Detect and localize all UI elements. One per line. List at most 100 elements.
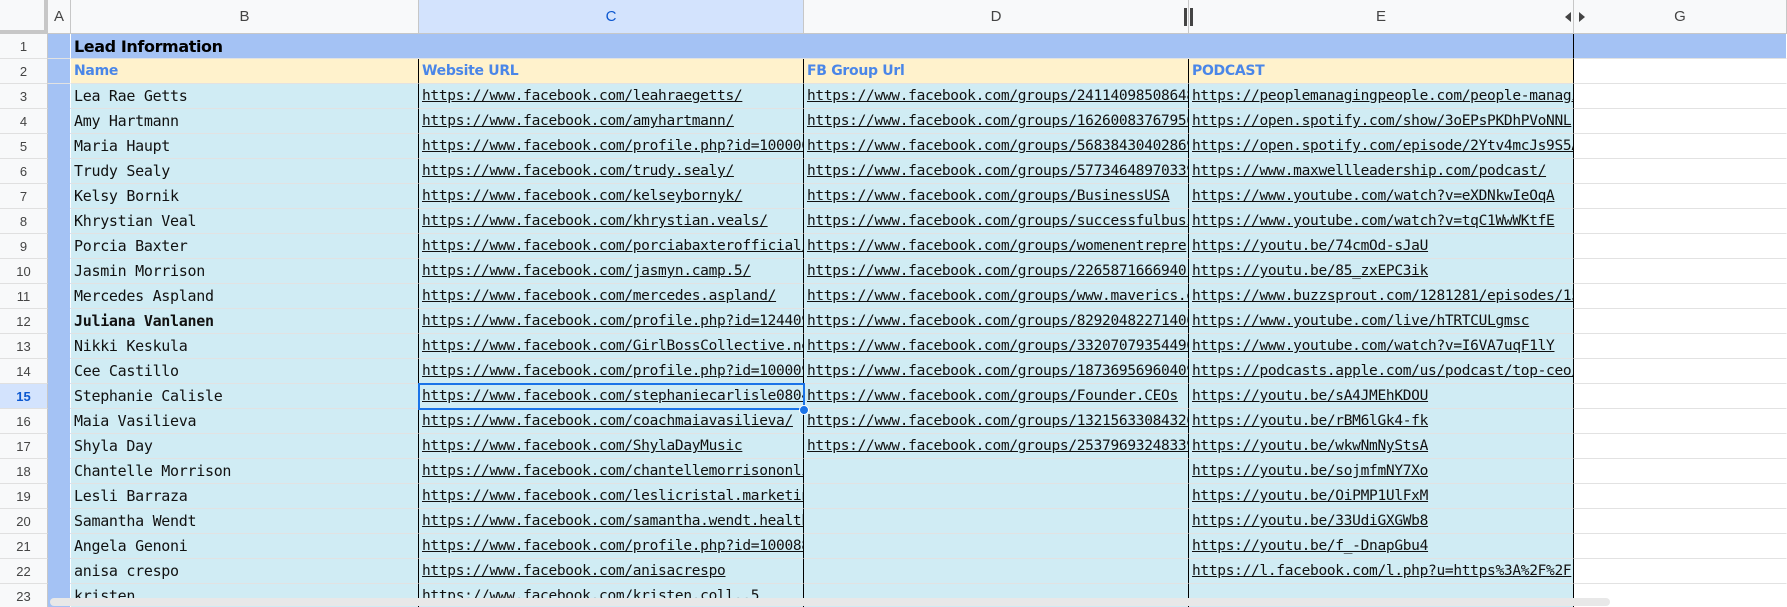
row-header-1[interactable]: 1 [0, 34, 48, 59]
cell-g19[interactable] [1574, 484, 1787, 509]
website-url-link[interactable]: https://www.facebook.com/profile.php?id=… [419, 134, 804, 159]
fb-group-link[interactable] [804, 484, 1189, 509]
cell-g5[interactable] [1574, 134, 1787, 159]
row-header-18[interactable]: 18 [0, 459, 48, 484]
column-header-b[interactable]: B [71, 0, 419, 34]
podcast-link[interactable]: https://youtu.be/OiPMP1UlFxM [1189, 484, 1574, 509]
row-header-17[interactable]: 17 [0, 434, 48, 459]
website-url-link[interactable]: https://www.facebook.com/GirlBossCollect… [419, 334, 804, 359]
website-url-link[interactable]: https://www.facebook.com/profile.php?id=… [419, 309, 804, 334]
row-header-9[interactable]: 9 [0, 234, 48, 259]
cell-a5[interactable] [48, 134, 71, 159]
cell-a11[interactable] [48, 284, 71, 309]
row-header-5[interactable]: 5 [0, 134, 48, 159]
cell-a13[interactable] [48, 334, 71, 359]
fb-group-link[interactable] [804, 459, 1189, 484]
cell-g12[interactable] [1574, 309, 1787, 334]
header-fb-group[interactable]: FB Group Url [804, 59, 1189, 84]
website-url-link[interactable]: https://www.facebook.com/amyhartmann/ [419, 109, 804, 134]
cell-a20[interactable] [48, 509, 71, 534]
fb-group-link[interactable] [804, 509, 1189, 534]
cell-a8[interactable] [48, 209, 71, 234]
row-header-7[interactable]: 7 [0, 184, 48, 209]
cell-a4[interactable] [48, 109, 71, 134]
podcast-link[interactable]: https://youtu.be/f_-DnapGbu4 [1189, 534, 1574, 559]
cell-g15[interactable] [1574, 384, 1787, 409]
cell-g11[interactable] [1574, 284, 1787, 309]
fb-group-link[interactable]: https://www.facebook.com/groups/56838430… [804, 134, 1189, 159]
fb-group-link[interactable]: https://www.facebook.com/groups/33207079… [804, 334, 1189, 359]
website-url-link[interactable]: https://www.facebook.com/samantha.wendt.… [419, 509, 804, 534]
website-url-link[interactable]: https://www.facebook.com/stephaniecarlis… [419, 384, 804, 409]
podcast-link[interactable]: https://www.youtube.com/watch?v=eXDNkwIe… [1189, 184, 1574, 209]
column-resize-handle-2[interactable] [1190, 8, 1193, 26]
fb-group-link[interactable]: https://www.facebook.com/groups/13215633… [804, 409, 1189, 434]
podcast-link[interactable]: https://youtu.be/85_zxEPC3ik [1189, 259, 1574, 284]
cell-a18[interactable] [48, 459, 71, 484]
row-header-23[interactable]: 23 [0, 584, 48, 607]
fb-group-link[interactable]: https://www.facebook.com/groups/womenent… [804, 234, 1189, 259]
website-url-link[interactable]: https://www.facebook.com/trudy.sealy/ [419, 159, 804, 184]
fb-group-link[interactable]: https://www.facebook.com/groups/57734648… [804, 159, 1189, 184]
cell-g7[interactable] [1574, 184, 1787, 209]
row-header-16[interactable]: 16 [0, 409, 48, 434]
fb-group-link[interactable]: https://www.facebook.com/groups/18736956… [804, 359, 1189, 384]
column-header-e[interactable]: E [1189, 0, 1574, 34]
podcast-link[interactable]: https://www.youtube.com/watch?v=I6VA7uqF… [1189, 334, 1574, 359]
row-header-14[interactable]: 14 [0, 359, 48, 384]
cell-g4[interactable] [1574, 109, 1787, 134]
header-podcast[interactable]: PODCAST [1189, 59, 1574, 84]
column-header-c[interactable]: C [419, 0, 804, 34]
header-website[interactable]: Website URL [419, 59, 804, 84]
row-header-15[interactable]: 15 [0, 384, 48, 409]
podcast-link[interactable]: https://youtu.be/wkwNmNyStsA [1189, 434, 1574, 459]
cell-g16[interactable] [1574, 409, 1787, 434]
cell-g10[interactable] [1574, 259, 1787, 284]
row-header-4[interactable]: 4 [0, 109, 48, 134]
row-header-12[interactable]: 12 [0, 309, 48, 334]
cell-a15[interactable] [48, 384, 71, 409]
cell-a14[interactable] [48, 359, 71, 384]
cell-a12[interactable] [48, 309, 71, 334]
website-url-link[interactable]: https://www.facebook.com/kelseybornyk/ [419, 184, 804, 209]
fb-group-link[interactable]: https://www.facebook.com/groups/Founder.… [804, 384, 1189, 409]
row-header-19[interactable]: 19 [0, 484, 48, 509]
fb-group-link[interactable]: https://www.facebook.com/groups/www.mave… [804, 284, 1189, 309]
website-url-link[interactable]: https://www.facebook.com/coachmaiavasili… [419, 409, 804, 434]
fill-handle[interactable] [799, 405, 809, 415]
column-header-d[interactable]: D [804, 0, 1189, 34]
podcast-link[interactable]: https://www.buzzsprout.com/1281281/episo… [1189, 284, 1574, 309]
row-header-20[interactable]: 20 [0, 509, 48, 534]
podcast-link[interactable]: https://youtu.be/74cmOd-sJaU [1189, 234, 1574, 259]
cell-a7[interactable] [48, 184, 71, 209]
sheet-title[interactable]: Lead Information [71, 34, 1574, 59]
cell-g18[interactable] [1574, 459, 1787, 484]
fb-group-link[interactable] [804, 534, 1189, 559]
podcast-link[interactable]: https://www.youtube.com/watch?v=tqC1WwWK… [1189, 209, 1574, 234]
cell-g8[interactable] [1574, 209, 1787, 234]
row-header-6[interactable]: 6 [0, 159, 48, 184]
cell-a6[interactable] [48, 159, 71, 184]
podcast-link[interactable]: https://youtu.be/sA4JMEhKDOU [1189, 384, 1574, 409]
podcast-link[interactable]: https://open.spotify.com/show/3oEPsPKDhP… [1189, 109, 1574, 134]
row-header-2[interactable]: 2 [0, 59, 48, 84]
column-resize-handle[interactable] [1184, 8, 1187, 26]
cell-g6[interactable] [1574, 159, 1787, 184]
podcast-link[interactable]: https://podcasts.apple.com/us/podcast/to… [1189, 359, 1574, 384]
podcast-link[interactable]: https://l.facebook.com/l.php?u=https%3A%… [1189, 559, 1574, 584]
cell-a17[interactable] [48, 434, 71, 459]
row-header-13[interactable]: 13 [0, 334, 48, 359]
column-header-g[interactable]: G [1574, 0, 1787, 34]
cell-a1[interactable] [48, 34, 71, 59]
cell-g3[interactable] [1574, 84, 1787, 109]
podcast-link[interactable]: https://youtu.be/sojmfmNY7Xo [1189, 459, 1574, 484]
horizontal-scrollbar[interactable] [50, 598, 1610, 606]
website-url-link[interactable]: https://www.facebook.com/anisacrespo [419, 559, 804, 584]
cell-g21[interactable] [1574, 534, 1787, 559]
podcast-link[interactable]: https://open.spotify.com/episode/2Ytv4mc… [1189, 134, 1574, 159]
cell-g14[interactable] [1574, 359, 1787, 384]
website-url-link[interactable]: https://www.facebook.com/ShylaDayMusic [419, 434, 804, 459]
podcast-link[interactable]: https://www.youtube.com/live/hTRTCULgmsc [1189, 309, 1574, 334]
website-url-link[interactable]: https://www.facebook.com/khrystian.veals… [419, 209, 804, 234]
cell-g17[interactable] [1574, 434, 1787, 459]
